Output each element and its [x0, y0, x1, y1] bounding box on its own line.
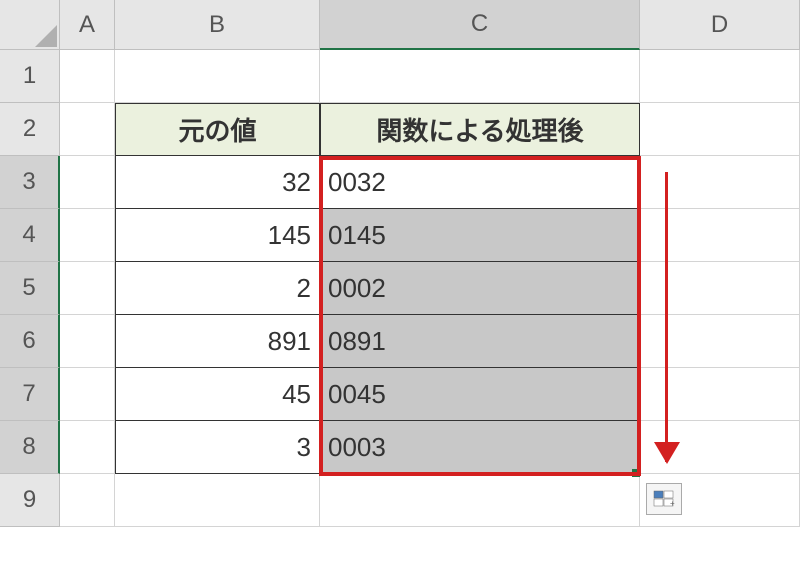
autofill-options-button[interactable]: +	[646, 483, 682, 515]
row-header-3[interactable]: 3	[0, 156, 60, 209]
cell-b8[interactable]: 3	[115, 421, 320, 474]
cell-c6[interactable]: 0891	[320, 315, 640, 368]
cell-b3[interactable]: 32	[115, 156, 320, 209]
cell-c3[interactable]: 0032	[320, 156, 640, 209]
cell-a8[interactable]	[60, 421, 115, 474]
cell-c5[interactable]: 0002	[320, 262, 640, 315]
col-header-c[interactable]: C	[320, 0, 640, 50]
row-header-6[interactable]: 6	[0, 315, 60, 368]
cell-b4[interactable]: 145	[115, 209, 320, 262]
row-header-9[interactable]: 9	[0, 474, 60, 527]
row-header-4[interactable]: 4	[0, 209, 60, 262]
row-header-8[interactable]: 8	[0, 421, 60, 474]
cell-a9[interactable]	[60, 474, 115, 527]
annotation-arrow-down	[665, 172, 668, 462]
cell-a5[interactable]	[60, 262, 115, 315]
cell-b5[interactable]: 2	[115, 262, 320, 315]
cell-d6[interactable]	[640, 315, 800, 368]
row-header-1[interactable]: 1	[0, 50, 60, 103]
cell-c2[interactable]: 関数による処理後	[320, 103, 640, 156]
cell-d1[interactable]	[640, 50, 800, 103]
autofill-icon: +	[653, 490, 675, 508]
cell-c1[interactable]	[320, 50, 640, 103]
spreadsheet-grid[interactable]: A B C D 1 2 元の値 関数による処理後 3 32 0032 4 145…	[0, 0, 800, 527]
cell-a3[interactable]	[60, 156, 115, 209]
row-header-5[interactable]: 5	[0, 262, 60, 315]
select-all-corner[interactable]	[0, 0, 60, 50]
cell-b7[interactable]: 45	[115, 368, 320, 421]
cell-a1[interactable]	[60, 50, 115, 103]
cell-b2[interactable]: 元の値	[115, 103, 320, 156]
cell-b6[interactable]: 891	[115, 315, 320, 368]
fill-handle[interactable]	[632, 469, 640, 477]
col-header-d[interactable]: D	[640, 0, 800, 50]
svg-text:+: +	[670, 499, 675, 508]
cell-c7[interactable]: 0045	[320, 368, 640, 421]
cell-a6[interactable]	[60, 315, 115, 368]
cell-d3[interactable]	[640, 156, 800, 209]
cell-d4[interactable]	[640, 209, 800, 262]
cell-d5[interactable]	[640, 262, 800, 315]
col-header-b[interactable]: B	[115, 0, 320, 50]
cell-c9[interactable]	[320, 474, 640, 527]
cell-a2[interactable]	[60, 103, 115, 156]
row-header-2[interactable]: 2	[0, 103, 60, 156]
cell-d7[interactable]	[640, 368, 800, 421]
cell-d2[interactable]	[640, 103, 800, 156]
cell-c4[interactable]: 0145	[320, 209, 640, 262]
cell-c8[interactable]: 0003	[320, 421, 640, 474]
row-header-7[interactable]: 7	[0, 368, 60, 421]
cell-b1[interactable]	[115, 50, 320, 103]
col-header-a[interactable]: A	[60, 0, 115, 50]
cell-a7[interactable]	[60, 368, 115, 421]
cell-a4[interactable]	[60, 209, 115, 262]
cell-b9[interactable]	[115, 474, 320, 527]
